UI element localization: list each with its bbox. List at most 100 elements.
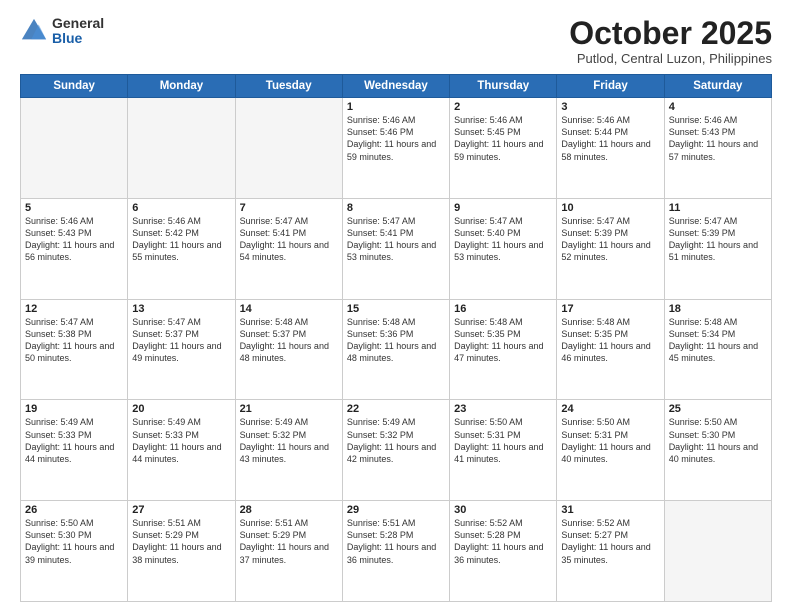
day-number: 29	[347, 504, 445, 516]
day-number: 5	[25, 202, 123, 214]
calendar-table: Sunday Monday Tuesday Wednesday Thursday…	[20, 74, 772, 602]
week-row-5: 26Sunrise: 5:50 AM Sunset: 5:30 PM Dayli…	[21, 501, 772, 602]
day-number: 13	[132, 303, 230, 315]
day-info: Sunrise: 5:46 AM Sunset: 5:45 PM Dayligh…	[454, 114, 552, 163]
day-number: 15	[347, 303, 445, 315]
calendar-cell	[235, 98, 342, 199]
day-number: 21	[240, 403, 338, 415]
day-info: Sunrise: 5:46 AM Sunset: 5:43 PM Dayligh…	[25, 215, 123, 264]
day-info: Sunrise: 5:46 AM Sunset: 5:46 PM Dayligh…	[347, 114, 445, 163]
header-thursday: Thursday	[450, 75, 557, 98]
page: General Blue October 2025 Putlod, Centra…	[0, 0, 792, 612]
day-info: Sunrise: 5:50 AM Sunset: 5:30 PM Dayligh…	[25, 517, 123, 566]
day-number: 14	[240, 303, 338, 315]
calendar-cell: 18Sunrise: 5:48 AM Sunset: 5:34 PM Dayli…	[664, 299, 771, 400]
day-info: Sunrise: 5:48 AM Sunset: 5:35 PM Dayligh…	[454, 316, 552, 365]
day-info: Sunrise: 5:47 AM Sunset: 5:39 PM Dayligh…	[669, 215, 767, 264]
day-number: 2	[454, 101, 552, 113]
day-info: Sunrise: 5:46 AM Sunset: 5:44 PM Dayligh…	[561, 114, 659, 163]
header-monday: Monday	[128, 75, 235, 98]
calendar-cell: 23Sunrise: 5:50 AM Sunset: 5:31 PM Dayli…	[450, 400, 557, 501]
day-info: Sunrise: 5:47 AM Sunset: 5:41 PM Dayligh…	[347, 215, 445, 264]
calendar-cell: 29Sunrise: 5:51 AM Sunset: 5:28 PM Dayli…	[342, 501, 449, 602]
calendar-cell: 24Sunrise: 5:50 AM Sunset: 5:31 PM Dayli…	[557, 400, 664, 501]
day-info: Sunrise: 5:48 AM Sunset: 5:35 PM Dayligh…	[561, 316, 659, 365]
calendar-cell: 5Sunrise: 5:46 AM Sunset: 5:43 PM Daylig…	[21, 198, 128, 299]
day-info: Sunrise: 5:50 AM Sunset: 5:31 PM Dayligh…	[454, 416, 552, 465]
day-info: Sunrise: 5:50 AM Sunset: 5:31 PM Dayligh…	[561, 416, 659, 465]
day-info: Sunrise: 5:47 AM Sunset: 5:38 PM Dayligh…	[25, 316, 123, 365]
day-info: Sunrise: 5:52 AM Sunset: 5:27 PM Dayligh…	[561, 517, 659, 566]
calendar-cell: 11Sunrise: 5:47 AM Sunset: 5:39 PM Dayli…	[664, 198, 771, 299]
day-info: Sunrise: 5:46 AM Sunset: 5:43 PM Dayligh…	[669, 114, 767, 163]
day-info: Sunrise: 5:51 AM Sunset: 5:28 PM Dayligh…	[347, 517, 445, 566]
day-info: Sunrise: 5:52 AM Sunset: 5:28 PM Dayligh…	[454, 517, 552, 566]
calendar-cell: 17Sunrise: 5:48 AM Sunset: 5:35 PM Dayli…	[557, 299, 664, 400]
day-number: 20	[132, 403, 230, 415]
logo-text: General Blue	[52, 16, 104, 47]
day-number: 3	[561, 101, 659, 113]
day-number: 10	[561, 202, 659, 214]
week-row-1: 1Sunrise: 5:46 AM Sunset: 5:46 PM Daylig…	[21, 98, 772, 199]
calendar-cell: 20Sunrise: 5:49 AM Sunset: 5:33 PM Dayli…	[128, 400, 235, 501]
header-wednesday: Wednesday	[342, 75, 449, 98]
day-info: Sunrise: 5:48 AM Sunset: 5:37 PM Dayligh…	[240, 316, 338, 365]
day-number: 16	[454, 303, 552, 315]
day-number: 27	[132, 504, 230, 516]
calendar-cell: 2Sunrise: 5:46 AM Sunset: 5:45 PM Daylig…	[450, 98, 557, 199]
location: Putlod, Central Luzon, Philippines	[569, 51, 772, 66]
day-number: 11	[669, 202, 767, 214]
day-info: Sunrise: 5:49 AM Sunset: 5:32 PM Dayligh…	[240, 416, 338, 465]
calendar-cell: 22Sunrise: 5:49 AM Sunset: 5:32 PM Dayli…	[342, 400, 449, 501]
calendar-cell: 21Sunrise: 5:49 AM Sunset: 5:32 PM Dayli…	[235, 400, 342, 501]
calendar-cell: 14Sunrise: 5:48 AM Sunset: 5:37 PM Dayli…	[235, 299, 342, 400]
week-row-3: 12Sunrise: 5:47 AM Sunset: 5:38 PM Dayli…	[21, 299, 772, 400]
day-info: Sunrise: 5:47 AM Sunset: 5:37 PM Dayligh…	[132, 316, 230, 365]
month-title: October 2025	[569, 16, 772, 51]
day-number: 22	[347, 403, 445, 415]
day-number: 7	[240, 202, 338, 214]
logo-general-label: General	[52, 16, 104, 31]
calendar-cell: 15Sunrise: 5:48 AM Sunset: 5:36 PM Dayli…	[342, 299, 449, 400]
calendar-cell: 28Sunrise: 5:51 AM Sunset: 5:29 PM Dayli…	[235, 501, 342, 602]
day-number: 6	[132, 202, 230, 214]
calendar-cell	[664, 501, 771, 602]
week-row-4: 19Sunrise: 5:49 AM Sunset: 5:33 PM Dayli…	[21, 400, 772, 501]
calendar-cell: 19Sunrise: 5:49 AM Sunset: 5:33 PM Dayli…	[21, 400, 128, 501]
day-info: Sunrise: 5:51 AM Sunset: 5:29 PM Dayligh…	[240, 517, 338, 566]
day-number: 24	[561, 403, 659, 415]
calendar-cell: 26Sunrise: 5:50 AM Sunset: 5:30 PM Dayli…	[21, 501, 128, 602]
day-number: 25	[669, 403, 767, 415]
header-sunday: Sunday	[21, 75, 128, 98]
day-number: 9	[454, 202, 552, 214]
day-info: Sunrise: 5:48 AM Sunset: 5:36 PM Dayligh…	[347, 316, 445, 365]
calendar-cell: 3Sunrise: 5:46 AM Sunset: 5:44 PM Daylig…	[557, 98, 664, 199]
day-info: Sunrise: 5:47 AM Sunset: 5:39 PM Dayligh…	[561, 215, 659, 264]
calendar-cell: 7Sunrise: 5:47 AM Sunset: 5:41 PM Daylig…	[235, 198, 342, 299]
day-info: Sunrise: 5:49 AM Sunset: 5:32 PM Dayligh…	[347, 416, 445, 465]
calendar-cell: 27Sunrise: 5:51 AM Sunset: 5:29 PM Dayli…	[128, 501, 235, 602]
day-number: 30	[454, 504, 552, 516]
calendar-cell: 1Sunrise: 5:46 AM Sunset: 5:46 PM Daylig…	[342, 98, 449, 199]
day-info: Sunrise: 5:49 AM Sunset: 5:33 PM Dayligh…	[132, 416, 230, 465]
day-number: 26	[25, 504, 123, 516]
calendar-cell: 25Sunrise: 5:50 AM Sunset: 5:30 PM Dayli…	[664, 400, 771, 501]
title-block: October 2025 Putlod, Central Luzon, Phil…	[569, 16, 772, 66]
day-info: Sunrise: 5:47 AM Sunset: 5:40 PM Dayligh…	[454, 215, 552, 264]
calendar-cell: 30Sunrise: 5:52 AM Sunset: 5:28 PM Dayli…	[450, 501, 557, 602]
calendar-cell: 12Sunrise: 5:47 AM Sunset: 5:38 PM Dayli…	[21, 299, 128, 400]
calendar-cell	[128, 98, 235, 199]
header: General Blue October 2025 Putlod, Centra…	[20, 16, 772, 66]
calendar-cell: 10Sunrise: 5:47 AM Sunset: 5:39 PM Dayli…	[557, 198, 664, 299]
calendar-cell: 6Sunrise: 5:46 AM Sunset: 5:42 PM Daylig…	[128, 198, 235, 299]
day-info: Sunrise: 5:47 AM Sunset: 5:41 PM Dayligh…	[240, 215, 338, 264]
header-saturday: Saturday	[664, 75, 771, 98]
day-number: 23	[454, 403, 552, 415]
calendar-cell: 8Sunrise: 5:47 AM Sunset: 5:41 PM Daylig…	[342, 198, 449, 299]
calendar-cell: 4Sunrise: 5:46 AM Sunset: 5:43 PM Daylig…	[664, 98, 771, 199]
calendar-cell: 31Sunrise: 5:52 AM Sunset: 5:27 PM Dayli…	[557, 501, 664, 602]
logo-icon	[20, 17, 48, 45]
logo: General Blue	[20, 16, 104, 47]
calendar-cell: 13Sunrise: 5:47 AM Sunset: 5:37 PM Dayli…	[128, 299, 235, 400]
day-info: Sunrise: 5:48 AM Sunset: 5:34 PM Dayligh…	[669, 316, 767, 365]
